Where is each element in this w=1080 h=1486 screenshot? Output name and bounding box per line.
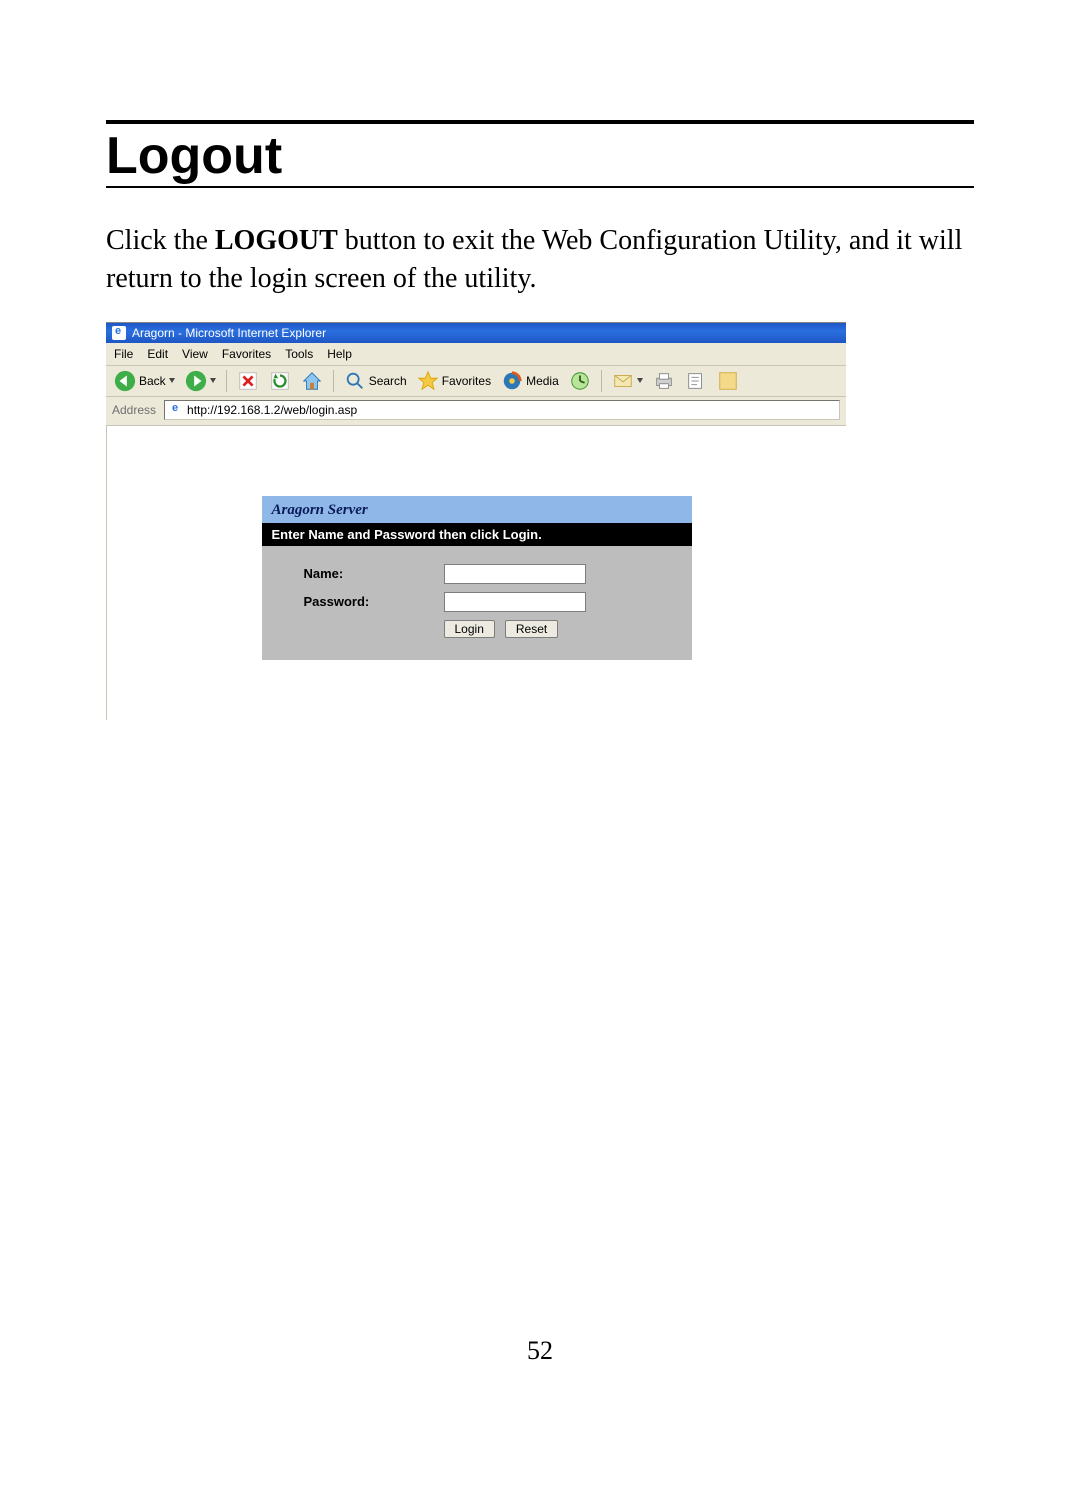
- refresh-icon: [269, 370, 291, 392]
- mail-button[interactable]: [610, 369, 645, 393]
- body-text-bold: LOGOUT: [215, 225, 338, 256]
- back-arrow-icon: [114, 370, 136, 392]
- forward-arrow-icon: [185, 370, 207, 392]
- search-button[interactable]: Search: [342, 369, 409, 393]
- toolbar-separator: [333, 370, 334, 392]
- mail-dropdown-icon: [637, 378, 643, 383]
- page-number: 52: [0, 1336, 1080, 1366]
- button-row: Login Reset: [274, 620, 680, 638]
- address-bar: Address http://192.168.1.2/web/login.asp: [106, 397, 846, 426]
- menu-edit[interactable]: Edit: [147, 347, 168, 361]
- edit-button[interactable]: [683, 369, 709, 393]
- password-input[interactable]: [444, 592, 586, 612]
- login-instruction: Enter Name and Password then click Login…: [262, 523, 692, 546]
- forward-dropdown-icon: [210, 378, 216, 383]
- window-titlebar: Aragorn - Microsoft Internet Explorer: [106, 323, 846, 343]
- menu-tools[interactable]: Tools: [285, 347, 313, 361]
- body-text-pre: Click the: [106, 225, 215, 256]
- menu-file[interactable]: File: [114, 347, 133, 361]
- login-panel: Aragorn Server Enter Name and Password t…: [262, 496, 692, 660]
- password-row: Password:: [274, 592, 680, 612]
- heading-rule-top: [106, 120, 974, 124]
- menu-favorites[interactable]: Favorites: [222, 347, 271, 361]
- browser-window: Aragorn - Microsoft Internet Explorer Fi…: [106, 322, 846, 720]
- reset-button[interactable]: Reset: [505, 620, 558, 638]
- back-label: Back: [139, 374, 166, 388]
- favorites-star-icon: [417, 370, 439, 392]
- toolbar-separator: [601, 370, 602, 392]
- menu-view[interactable]: View: [182, 347, 208, 361]
- media-icon: [501, 370, 523, 392]
- login-form: Name: Password: Login Reset: [262, 546, 692, 660]
- menu-help[interactable]: Help: [327, 347, 352, 361]
- home-icon: [301, 370, 323, 392]
- media-button[interactable]: Media: [499, 369, 561, 393]
- discuss-icon: [717, 370, 739, 392]
- search-icon: [344, 370, 366, 392]
- print-icon: [653, 370, 675, 392]
- name-input[interactable]: [444, 564, 586, 584]
- search-label: Search: [369, 374, 407, 388]
- document-page: Logout Click the LOGOUT button to exit t…: [0, 0, 1080, 1486]
- favorites-button[interactable]: Favorites: [415, 369, 493, 393]
- heading-rule-bottom: [106, 186, 974, 188]
- edit-page-icon: [685, 370, 707, 392]
- address-label: Address: [112, 403, 158, 417]
- browser-viewport: Aragorn Server Enter Name and Password t…: [106, 426, 846, 720]
- toolbar: Back: [106, 366, 846, 397]
- address-field[interactable]: http://192.168.1.2/web/login.asp: [164, 400, 840, 420]
- media-label: Media: [526, 374, 559, 388]
- name-row: Name:: [274, 564, 680, 584]
- name-label: Name:: [274, 566, 444, 581]
- body-paragraph: Click the LOGOUT button to exit the Web …: [106, 222, 974, 298]
- page-title: Logout: [106, 130, 974, 186]
- print-button[interactable]: [651, 369, 677, 393]
- login-button[interactable]: Login: [444, 620, 495, 638]
- stop-icon: [237, 370, 259, 392]
- home-button[interactable]: [299, 369, 325, 393]
- forward-button[interactable]: [183, 369, 218, 393]
- address-value: http://192.168.1.2/web/login.asp: [187, 403, 357, 417]
- history-icon: [569, 370, 591, 392]
- discuss-button[interactable]: [715, 369, 741, 393]
- back-dropdown-icon: [169, 378, 175, 383]
- refresh-button[interactable]: [267, 369, 293, 393]
- page-icon: [169, 403, 183, 417]
- favorites-label: Favorites: [442, 374, 491, 388]
- back-button[interactable]: Back: [112, 369, 177, 393]
- login-panel-title: Aragorn Server: [262, 496, 692, 523]
- window-title: Aragorn - Microsoft Internet Explorer: [132, 326, 326, 340]
- history-button[interactable]: [567, 369, 593, 393]
- menu-bar: File Edit View Favorites Tools Help: [106, 343, 846, 366]
- toolbar-separator: [226, 370, 227, 392]
- ie-icon: [112, 326, 126, 340]
- mail-icon: [612, 370, 634, 392]
- stop-button[interactable]: [235, 369, 261, 393]
- password-label: Password:: [274, 594, 444, 609]
